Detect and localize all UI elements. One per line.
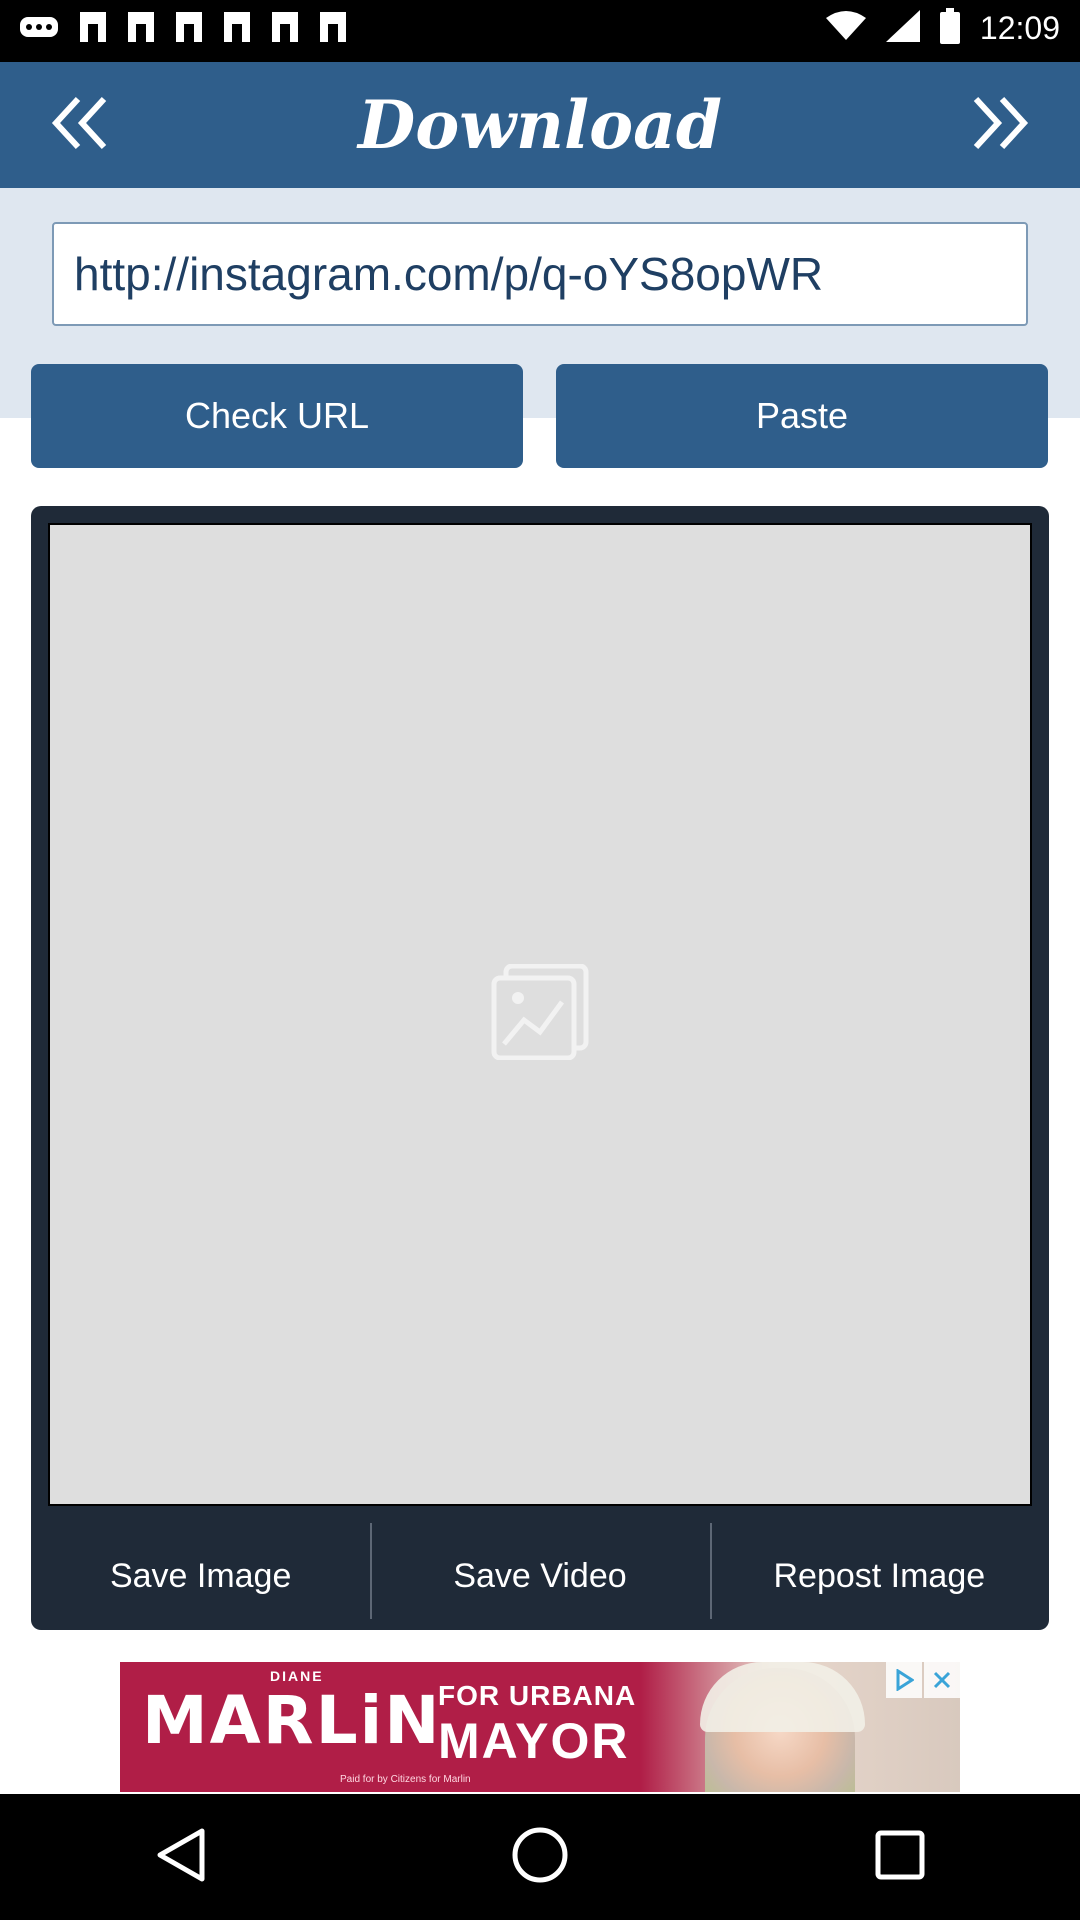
ad-photo-hair [700, 1662, 865, 1732]
repost-image-button[interactable]: Repost Image [709, 1523, 1049, 1630]
system-navigation-bar [0, 1794, 1080, 1920]
instagram-notification-icon [176, 12, 202, 47]
instagram-notification-icon [80, 12, 106, 47]
instagram-notification-icon [224, 12, 250, 47]
content: Check URL Paste Save Image Save Video Re… [0, 188, 1080, 1794]
double-chevron-left-icon [48, 93, 112, 158]
close-icon[interactable] [924, 1662, 960, 1698]
clock: 12:09 [979, 10, 1060, 46]
recents-nav-button[interactable] [840, 1807, 960, 1907]
home-nav-button[interactable] [480, 1807, 600, 1907]
circle-home-icon [510, 1825, 570, 1890]
signal-icon [885, 10, 920, 47]
back-nav-button[interactable] [120, 1807, 240, 1907]
back-button[interactable] [40, 92, 120, 158]
save-image-button[interactable]: Save Image [31, 1523, 370, 1630]
save-video-button[interactable]: Save Video [370, 1523, 709, 1630]
square-recents-icon [874, 1829, 926, 1886]
notification-icons [20, 12, 346, 47]
instagram-notification-icon [272, 12, 298, 47]
ad-banner[interactable]: DIANE MARLiN FOR URBANA MAYOR Paid for b… [120, 1662, 960, 1792]
image-placeholder-icon [490, 963, 590, 1065]
status-bar: 12:09 [0, 0, 1080, 62]
more-icon [20, 17, 58, 42]
url-input[interactable] [74, 247, 1026, 301]
battery-icon [939, 8, 960, 49]
app-header: Download [0, 62, 1080, 188]
image-preview [48, 523, 1032, 1506]
adchoices-icon[interactable] [886, 1662, 922, 1698]
ad-line-2: MAYOR [438, 1713, 630, 1769]
paste-button[interactable]: Paste [556, 364, 1048, 468]
check-url-button[interactable]: Check URL [31, 364, 523, 468]
triangle-back-icon [152, 1825, 208, 1890]
ad-line-1: FOR URBANA [438, 1680, 637, 1711]
ad-headline: MARLiN [142, 1682, 442, 1759]
url-field[interactable] [52, 222, 1028, 326]
system-status: 12:09 [825, 8, 1060, 49]
forward-button[interactable] [960, 92, 1040, 158]
preview-card: Save Image Save Video Repost Image [31, 506, 1049, 1630]
ad-fine-print: Paid for by Citizens for Marlin [340, 1774, 471, 1785]
double-chevron-right-icon [968, 93, 1032, 158]
ad-controls [886, 1662, 960, 1698]
instagram-notification-icon [128, 12, 154, 47]
action-bar: Save Image Save Video Repost Image [31, 1523, 1049, 1630]
wifi-icon [825, 10, 866, 47]
page-title: Download [357, 86, 723, 164]
instagram-notification-icon [320, 12, 346, 47]
